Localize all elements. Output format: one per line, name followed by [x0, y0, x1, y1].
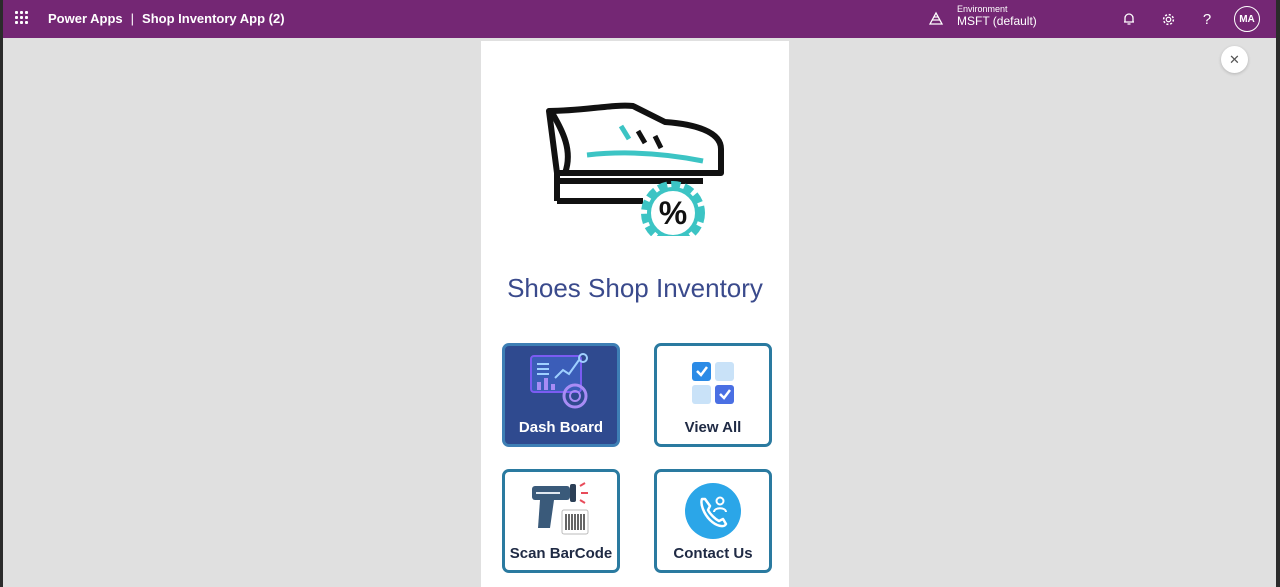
- view-all-label: View All: [684, 419, 742, 436]
- brand-name[interactable]: Power Apps: [48, 11, 123, 26]
- dashboard-button[interactable]: Dash Board: [502, 343, 620, 447]
- contact-us-label: Contact Us: [673, 545, 753, 562]
- app-canvas: ✕ % Shoes Shop Inventory Dash Board View…: [3, 38, 1276, 587]
- dashboard-icon: [530, 353, 588, 409]
- scan-barcode-button[interactable]: Scan BarCode: [502, 469, 620, 573]
- close-icon[interactable]: ✕: [1221, 46, 1248, 73]
- view-all-button[interactable]: View All: [654, 343, 772, 447]
- window-frame-right: [1276, 0, 1280, 587]
- environment-label: Environment: [957, 4, 1008, 14]
- app-launcher-icon[interactable]: [15, 11, 29, 25]
- scan-barcode-label: Scan BarCode: [509, 545, 613, 562]
- shoe-discount-icon: %: [543, 71, 725, 245]
- top-bar: Power Apps | Shop Inventory App (2) Enviro…: [3, 0, 1276, 38]
- view-all-icon: [692, 362, 734, 404]
- app-name: Shop Inventory App (2): [142, 11, 285, 26]
- app-heading: Shoes Shop Inventory: [507, 273, 763, 303]
- contact-icon: [685, 483, 741, 539]
- barcode-scanner-icon: [532, 482, 589, 535]
- contact-us-button[interactable]: Contact Us: [654, 469, 772, 573]
- discount-badge-text: %: [659, 195, 687, 231]
- environment-icon[interactable]: [928, 10, 944, 26]
- close-glyph: ✕: [1229, 51, 1240, 67]
- help-icon[interactable]: ?: [1197, 9, 1217, 29]
- settings-gear-icon[interactable]: [1158, 9, 1178, 29]
- environment-selector[interactable]: MSFT (default): [957, 14, 1037, 28]
- dashboard-label: Dash Board: [518, 419, 604, 436]
- notifications-icon[interactable]: [1119, 9, 1139, 29]
- title-separator: |: [130, 11, 135, 26]
- app-title: Power Apps | Shop Inventory App (2): [48, 11, 285, 26]
- user-avatar[interactable]: MA: [1234, 6, 1260, 32]
- app-screen: % Shoes Shop Inventory Dash Board View A…: [481, 41, 789, 587]
